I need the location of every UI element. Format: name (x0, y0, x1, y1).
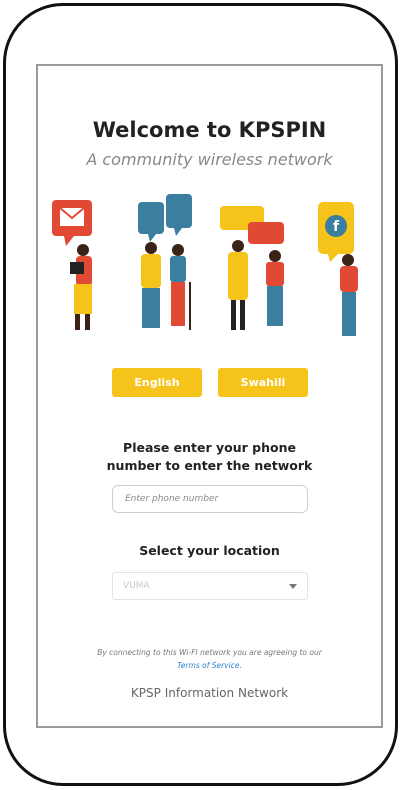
community-illustration: f (52, 194, 358, 336)
svg-text:f: f (333, 219, 340, 235)
phone-prompt: Please enter your phone number to enter … (38, 439, 381, 475)
page-title: Welcome to KPSPIN (92, 118, 327, 142)
phone-prompt-line1: Please enter your phone (123, 440, 296, 455)
terms-of-service-link[interactable]: Terms of Service. (177, 661, 242, 670)
persons-chat-group (138, 194, 192, 330)
phone-frame: Welcome to KPSPIN A community wireless n… (3, 3, 398, 786)
page-subtitle: A community wireless network (86, 150, 333, 169)
persons-discussion-group (220, 206, 284, 330)
phone-number-input[interactable] (112, 485, 308, 513)
location-label: Select your location (139, 543, 280, 558)
location-select[interactable]: VUMA (112, 572, 308, 600)
screen: Welcome to KPSPIN A community wireless n… (36, 64, 383, 728)
swahili-button[interactable]: Swahili (218, 368, 308, 397)
terms-notice: By connecting to this Wi-FI network you … (38, 646, 381, 672)
phone-prompt-line2: number to enter the network (106, 458, 313, 473)
person-email-group (52, 200, 92, 330)
footer-text: KPSP Information Network (130, 686, 289, 700)
chevron-down-icon (289, 583, 297, 589)
location-selected-value: VUMA (123, 581, 150, 591)
terms-text: By connecting to this Wi-FI network you … (97, 648, 322, 657)
english-button[interactable]: English (112, 368, 202, 397)
person-facebook-group: f (318, 202, 358, 336)
